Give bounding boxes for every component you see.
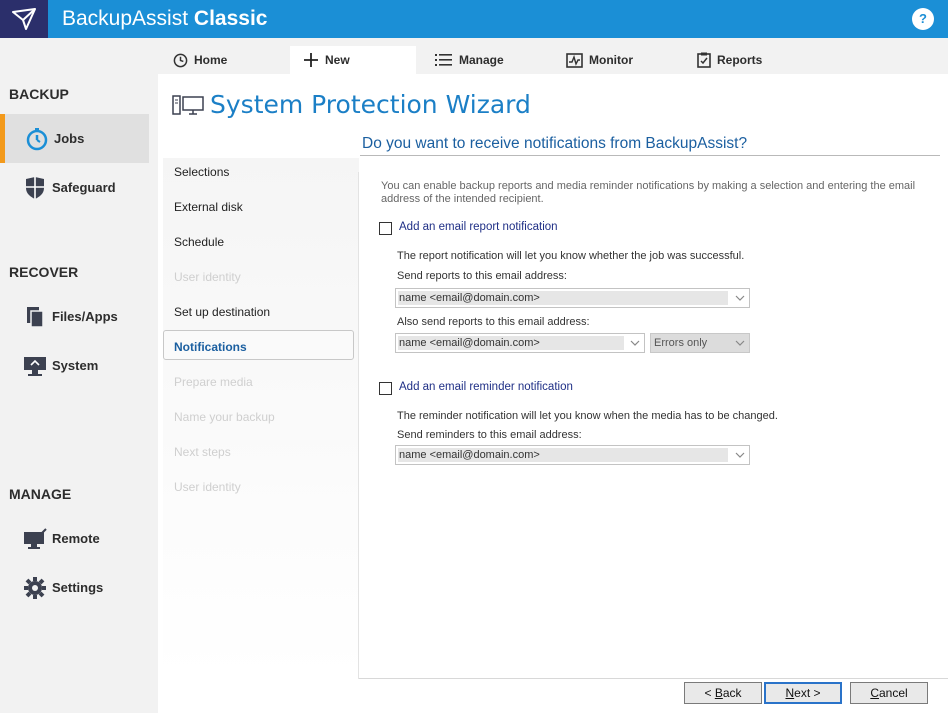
pulse-icon [566,52,583,68]
sidebar-item-files-apps[interactable]: Files/Apps [0,292,149,341]
send-reports-label: Send reports to this email address: [397,270,567,282]
step-schedule[interactable]: Schedule [174,235,224,249]
sidebar-item-remote[interactable]: Remote [0,514,149,563]
step-selections[interactable]: Selections [174,165,229,179]
send-reminders-email-value: name <email@domain.com> [398,448,728,462]
send-reports-email-combo[interactable]: name <email@domain.com> [395,288,750,308]
also-send-reports-email-combo[interactable]: name <email@domain.com> [395,333,645,353]
step-prepare-media: Prepare media [174,375,253,389]
question-underline [360,155,940,156]
sidebar-section-backup: BACKUP [9,86,69,102]
wizard-content: System Protection Wizard Selections Exte… [158,74,948,713]
clock-icon [173,53,188,68]
tab-label: Manage [459,53,504,67]
sidebar-item-label: System [52,358,99,373]
tab-label: Reports [717,53,763,67]
chevron-down-icon [735,295,745,301]
send-reports-email-value: name <email@domain.com> [398,291,728,305]
intro-text: You can enable backup reports and media … [381,180,916,205]
computer-icon [172,94,204,119]
reminder-description: The reminder notification will let you k… [397,410,778,422]
sidebar-item-label: Safeguard [52,180,116,195]
also-send-reports-label: Also send reports to this email address: [397,316,590,328]
files-icon [22,304,48,330]
app-logo [0,0,48,38]
sidebar-item-settings[interactable]: Settings [0,563,149,612]
step-external-disk[interactable]: External disk [174,200,243,214]
report-filter-select[interactable]: Errors only [650,333,750,353]
sidebar-item-label: Settings [52,580,104,595]
sidebar-item-label: Jobs [54,131,85,146]
page-question: Do you want to receive notifications fro… [362,135,748,152]
wizard-steps: Selections External disk Schedule User i… [163,158,359,678]
tab-reports[interactable]: Reports [697,46,807,74]
steps-divider [358,172,359,679]
title-bar: BackupAssist Classic ? [0,0,948,38]
report-description: The report notification will let you kno… [397,250,745,262]
help-button[interactable]: ? [912,8,934,30]
sidebar: BACKUP Jobs Safeguard RECOVER Files/Apps… [0,38,149,713]
chevron-down-icon [735,452,745,458]
email-report-label[interactable]: Add an email report notification [399,221,558,233]
remote-icon [22,526,48,552]
tab-new[interactable]: New [290,46,416,74]
paper-plane-icon [12,8,36,30]
send-reminders-label: Send reminders to this email address: [397,429,582,441]
list-icon [435,53,453,68]
wizard-title: System Protection Wizard [210,90,531,119]
button-bar-divider [359,678,948,679]
report-filter-value: Errors only [654,337,708,349]
sidebar-section-recover: RECOVER [9,264,79,280]
step-next-steps: Next steps [174,445,231,459]
sidebar-section-manage: MANAGE [9,486,72,502]
email-reminder-label[interactable]: Add an email reminder notification [399,381,573,393]
app-title: BackupAssist Classic [62,7,268,30]
gear-icon [22,575,48,601]
email-report-checkbox[interactable] [379,222,392,235]
tab-label: Monitor [589,53,633,67]
also-send-reports-email-value: name <email@domain.com> [398,336,624,350]
next-button[interactable]: Next > [764,682,842,704]
send-reminders-email-combo[interactable]: name <email@domain.com> [395,445,750,465]
back-button[interactable]: < Back [684,682,762,704]
step-user-identity: User identity [174,270,241,284]
monitor-icon [22,353,48,379]
clipboard-icon [697,52,711,68]
stopwatch-icon [24,126,50,152]
tab-monitor[interactable]: Monitor [566,46,676,74]
step-set-up-destination[interactable]: Set up destination [174,305,270,319]
chevron-down-icon [630,340,640,346]
tab-label: New [325,53,350,67]
sidebar-item-label: Remote [52,531,100,546]
plus-icon [303,52,319,68]
tab-manage[interactable]: Manage [435,46,545,74]
sidebar-item-jobs[interactable]: Jobs [0,114,149,163]
tab-label: Home [194,53,228,67]
top-tab-bar: Home New Manage Monitor Reports [149,38,948,74]
step-notifications[interactable]: Notifications [174,340,247,354]
email-reminder-checkbox[interactable] [379,382,392,395]
chevron-down-icon [735,340,745,346]
step-user-identity-2: User identity [174,480,241,494]
sidebar-item-system[interactable]: System [0,341,149,390]
sidebar-item-label: Files/Apps [52,309,118,324]
shield-icon [22,175,48,201]
step-name-your-backup: Name your backup [174,410,275,424]
cancel-button[interactable]: Cancel [850,682,928,704]
tab-home[interactable]: Home [173,46,273,74]
sidebar-item-safeguard[interactable]: Safeguard [0,163,149,212]
